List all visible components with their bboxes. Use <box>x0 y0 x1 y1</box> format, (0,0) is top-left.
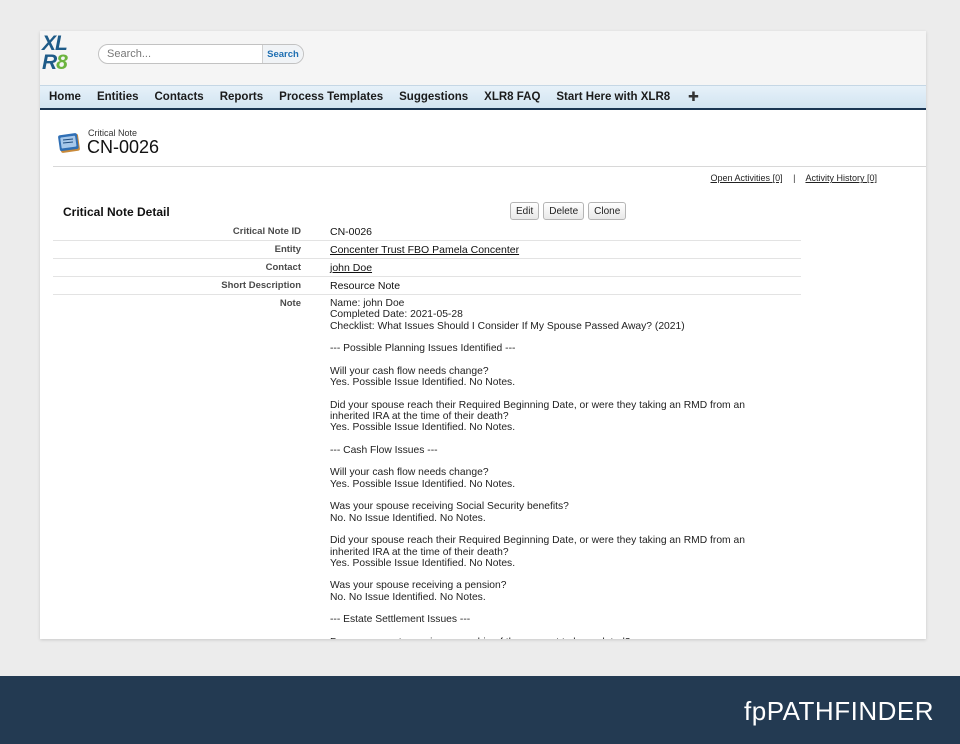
tab-start-here[interactable]: Start Here with XLR8 <box>556 91 670 103</box>
detail-table: Critical Note ID CN-0026 Entity Concente… <box>53 223 801 639</box>
open-activities-count: [0] <box>772 173 783 183</box>
related-list-links: Open Activities [0] | Activity History [… <box>711 173 877 183</box>
brand-footer: fpPATHFINDER <box>0 676 960 744</box>
contact-link[interactable]: john Doe <box>330 262 372 274</box>
open-activities-label: Open Activities <box>710 173 771 183</box>
tab-xlr8-faq[interactable]: XLR8 FAQ <box>484 91 540 103</box>
activity-history-link[interactable]: Activity History [0] <box>805 173 877 183</box>
delete-button[interactable]: Delete <box>543 202 585 220</box>
field-row-id: Critical Note ID CN-0026 <box>53 223 801 241</box>
contact-value: john Doe <box>314 259 372 276</box>
note-value: Name: john Doe Completed Date: 2021-05-2… <box>330 298 745 639</box>
field-label: Critical Note ID <box>232 226 301 237</box>
field-label: Short Description <box>221 280 301 291</box>
fppathfinder-logo: fpPATHFINDER <box>744 696 934 726</box>
note-record-icon <box>58 133 80 153</box>
detail-button-bar: Edit Delete Clone <box>510 202 627 220</box>
field-row-note: Note Name: john Doe Completed Date: 2021… <box>53 295 801 639</box>
tab-process-templates[interactable]: Process Templates <box>279 91 383 103</box>
tab-reports[interactable]: Reports <box>220 91 263 103</box>
search-input[interactable] <box>99 45 262 63</box>
app-window: XL R8 Search Home Entities Contacts Repo… <box>40 31 926 639</box>
open-activities-link[interactable]: Open Activities [0] <box>711 173 783 183</box>
app-header: XL R8 Search <box>40 31 926 85</box>
edit-button[interactable]: Edit <box>510 202 540 220</box>
field-row-short-description: Short Description Resource Note <box>53 277 801 295</box>
search-button[interactable]: Search <box>262 45 303 63</box>
entity-link[interactable]: Concenter Trust FBO Pamela Concenter <box>330 244 519 256</box>
record-header: Critical Note CN-0026 <box>53 111 926 167</box>
logo-digit-8: 8 <box>56 51 68 74</box>
entity-value: Concenter Trust FBO Pamela Concenter <box>314 241 519 258</box>
record-title: CN-0026 <box>87 137 160 157</box>
tab-suggestions[interactable]: Suggestions <box>399 91 468 103</box>
field-label: Contact <box>265 262 301 273</box>
logo-line-2: R8 <box>42 51 68 74</box>
tab-contacts[interactable]: Contacts <box>155 91 204 103</box>
field-row-contact: Contact john Doe <box>53 259 801 277</box>
add-tab-plus-icon[interactable]: ✚ <box>688 89 699 105</box>
critical-note-id-value: CN-0026 <box>330 226 373 238</box>
section-title: Critical Note Detail <box>63 205 170 219</box>
short-description-value: Resource Note <box>330 280 401 292</box>
xlr8-logo[interactable]: XL R8 <box>42 33 78 75</box>
tab-home[interactable]: Home <box>49 91 81 103</box>
search-bar: Search <box>98 44 304 64</box>
field-row-entity: Entity Concenter Trust FBO Pamela Concen… <box>53 241 801 259</box>
field-label: Entity <box>274 244 301 255</box>
field-label: Note <box>279 298 301 309</box>
activity-history-count: [0] <box>866 173 877 183</box>
tab-bar: Home Entities Contacts Reports Process T… <box>40 85 926 110</box>
tab-entities[interactable]: Entities <box>97 91 139 103</box>
clone-button[interactable]: Clone <box>588 202 627 220</box>
link-separator: | <box>793 173 796 183</box>
logo-letter-r: R <box>42 51 57 74</box>
activity-history-label: Activity History <box>805 173 865 183</box>
